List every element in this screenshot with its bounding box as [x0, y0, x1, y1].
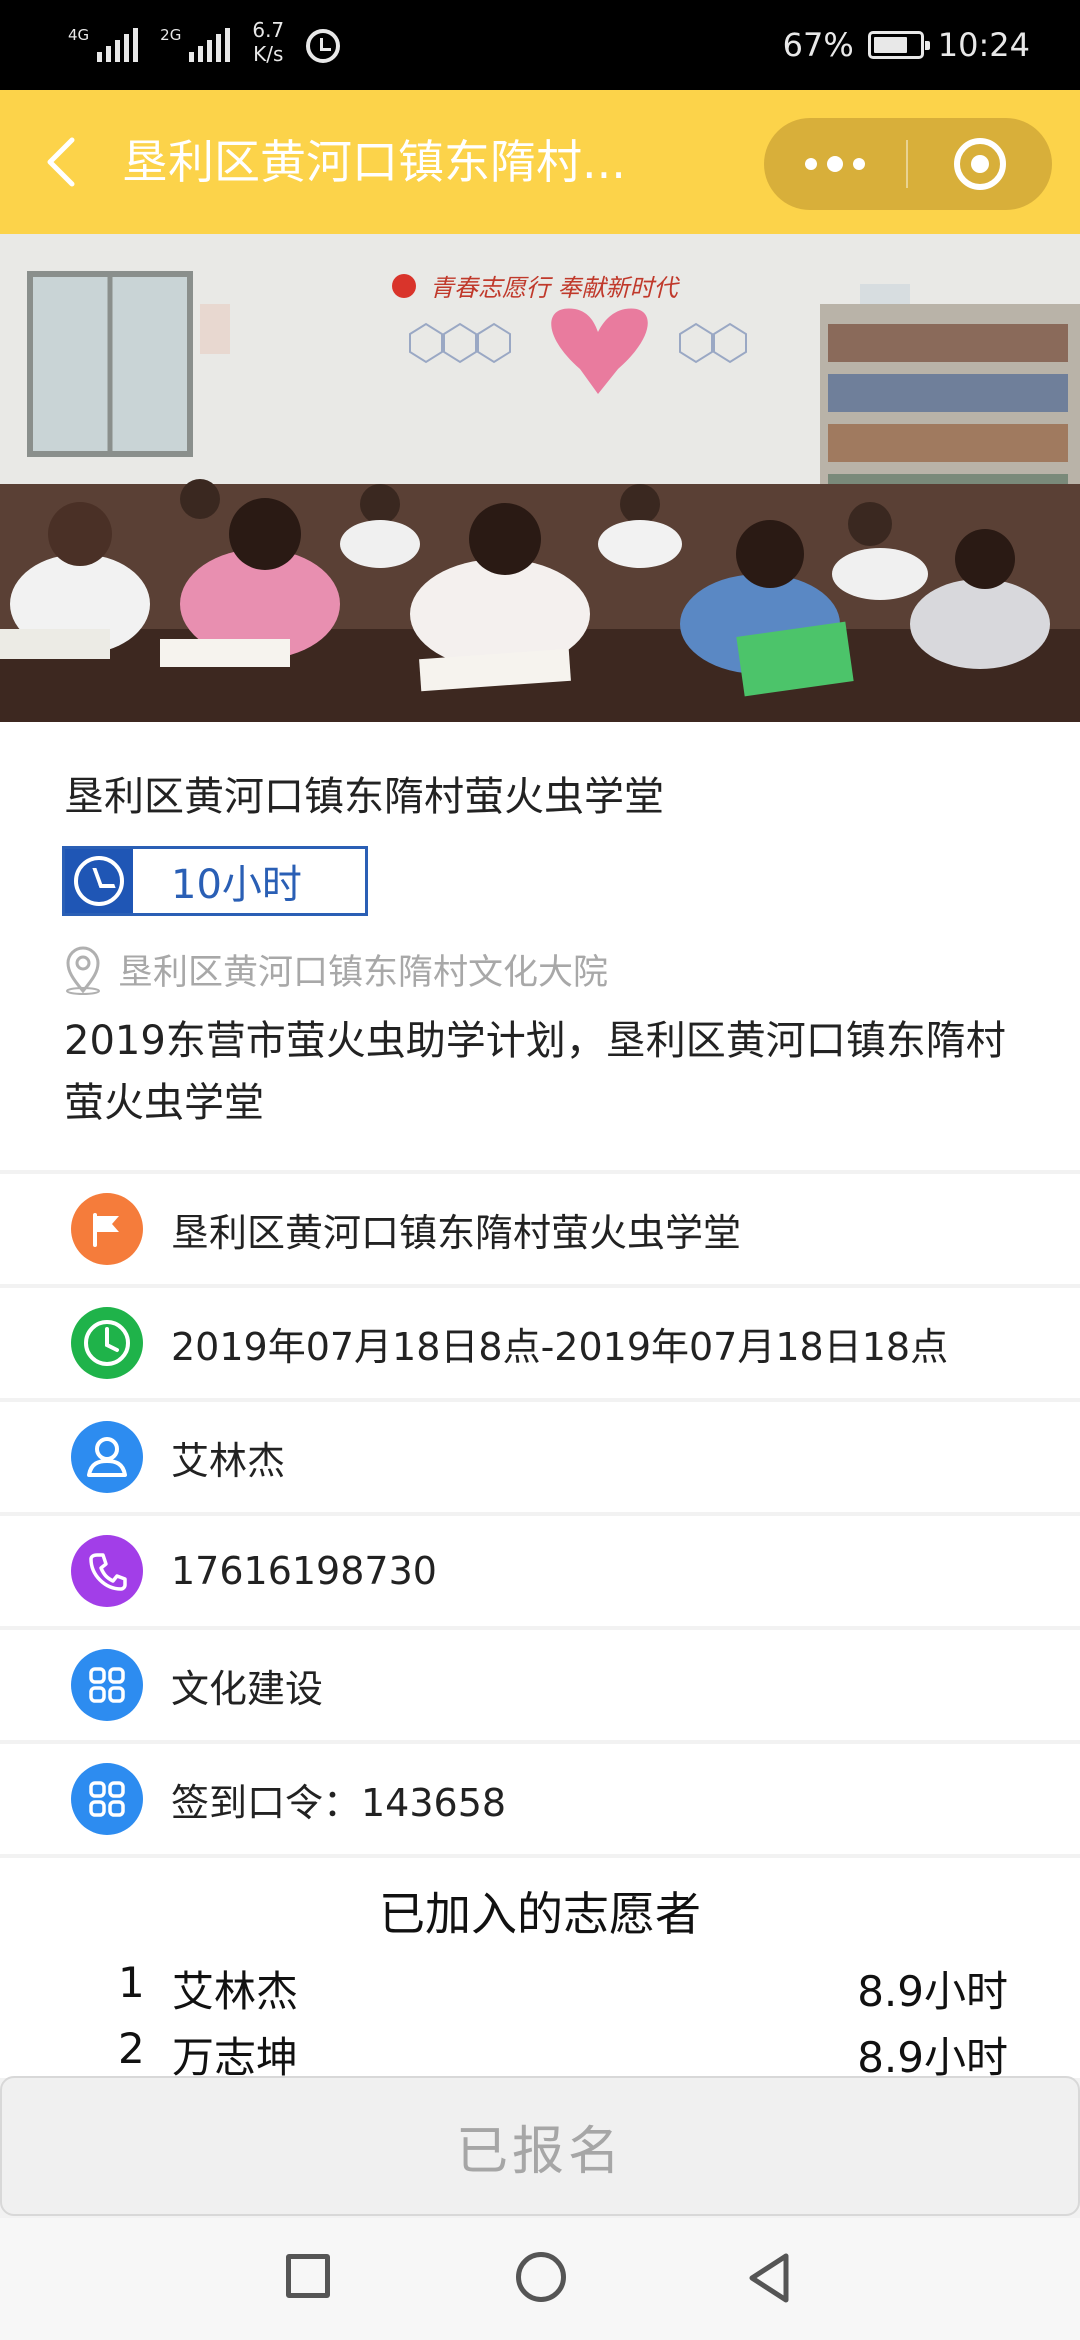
detail-row-checkin-code: 签到口令：143658: [0, 1744, 1080, 1854]
category-text: 文化建设: [171, 1666, 324, 1711]
status-bar: 4G 2G 6.7 K/s 67% 10:24: [0, 0, 1080, 90]
volunteer-list: 已加入的志愿者 1 艾林杰 8.9小时 2 万志坤 8.9小时: [0, 1858, 1080, 2082]
flag-icon: [71, 1193, 143, 1265]
detail-row-category: 文化建设: [0, 1630, 1080, 1740]
page-title: 垦利区黄河口镇东隋村...: [122, 135, 626, 189]
target-icon: [954, 138, 1006, 190]
detail-list: 垦利区黄河口镇东隋村萤火虫学堂 2019年07月18日8点-2019年07月18…: [0, 1174, 1080, 1858]
net-speed: 6.7 K/s: [252, 18, 284, 66]
duration-badge: 10小时: [62, 846, 368, 916]
back-triangle-icon[interactable]: [744, 2250, 794, 2306]
activity-title: 垦利区黄河口镇东隋村萤火虫学堂: [64, 774, 664, 820]
grid-icon: [71, 1763, 143, 1835]
more-dot-icon: [805, 158, 817, 170]
activity-description: 2019东营市萤火虫助学计划，垦利区黄河口镇东隋村萤火虫学堂: [64, 1018, 1006, 1126]
volunteer-hours: 8.9小时: [857, 1967, 1008, 2016]
list-item: 2 万志坤 8.9小时: [0, 2024, 1080, 2084]
clock-icon: [71, 1307, 143, 1379]
list-item: 1 艾林杰 8.9小时: [0, 1958, 1080, 2018]
status-right: 67% 10:24: [783, 0, 1030, 90]
net-speed-unit: K/s: [253, 42, 284, 66]
volunteer-rank: 1: [118, 1958, 145, 2007]
alarm-icon: [306, 29, 341, 63]
signal-4g-icon: 4G: [68, 22, 139, 62]
nav-header: 垦利区黄河口镇东隋村...: [0, 90, 1080, 234]
more-dot-icon: [853, 158, 865, 170]
grid-icon: [71, 1649, 143, 1721]
battery-percent: 67%: [782, 26, 854, 64]
detail-row-contact: 艾林杰: [0, 1402, 1080, 1512]
location-pin-icon: [66, 946, 100, 995]
more-button[interactable]: [764, 118, 906, 210]
registered-button[interactable]: 已报名: [0, 2076, 1080, 2216]
signal-4g-label: 4G: [68, 26, 90, 44]
volunteer-name: 艾林杰: [172, 1967, 299, 2016]
battery-fill: [873, 37, 908, 53]
person-icon: [71, 1421, 143, 1493]
duration-text: 10小时: [171, 862, 302, 908]
detail-row-organizer: 垦利区黄河口镇东隋村萤火虫学堂: [0, 1174, 1080, 1284]
battery-icon: [867, 31, 930, 59]
volunteer-list-title: 已加入的志愿者: [379, 1887, 701, 1941]
signal-2g-label: 2G: [160, 26, 182, 44]
signal-2g-icon: 2G: [160, 22, 231, 62]
address-text: 垦利区黄河口镇东隋村文化大院: [118, 953, 609, 993]
system-nav-bar: [0, 2218, 1080, 2340]
volunteer-rank: 2: [118, 2024, 145, 2073]
home-circle-icon[interactable]: [516, 2252, 566, 2302]
detail-row-time: 2019年07月18日8点-2019年07月18日18点: [0, 1288, 1080, 1398]
classroom-illustration: 青春志愿行 奉献新时代: [0, 234, 1080, 722]
back-arrow-icon[interactable]: [42, 136, 82, 188]
mini-program-capsule: [764, 118, 1052, 210]
more-dot-icon: [827, 156, 843, 172]
contact-name-text: 艾林杰: [171, 1438, 286, 1483]
photo-banner-text: 青春志愿行 奉献新时代: [430, 274, 681, 302]
clock-icon: [65, 849, 133, 913]
recents-square-icon[interactable]: [286, 2254, 330, 2298]
activity-photo: 青春志愿行 奉献新时代: [0, 234, 1080, 722]
detail-row-phone[interactable]: 17616198730: [0, 1516, 1080, 1626]
time-range-text: 2019年07月18日8点-2019年07月18日18点: [171, 1324, 949, 1369]
status-left: 4G 2G 6.7 K/s: [68, 18, 341, 66]
close-mini-program-button[interactable]: [908, 118, 1052, 210]
activity-info-card: 垦利区黄河口镇东隋村萤火虫学堂 10小时 垦利区黄河口镇东隋村文化大院 2019…: [0, 722, 1080, 1170]
phone-icon: [71, 1535, 143, 1607]
phone-number-text: 17616198730: [171, 1549, 437, 1593]
activity-address: 垦利区黄河口镇东隋村文化大院: [62, 944, 608, 995]
checkin-code-text: 签到口令：143658: [171, 1780, 507, 1825]
clock-time: 10:24: [937, 26, 1030, 64]
net-speed-value: 6.7: [252, 18, 285, 42]
organizer-text: 垦利区黄河口镇东隋村萤火虫学堂: [171, 1210, 742, 1255]
